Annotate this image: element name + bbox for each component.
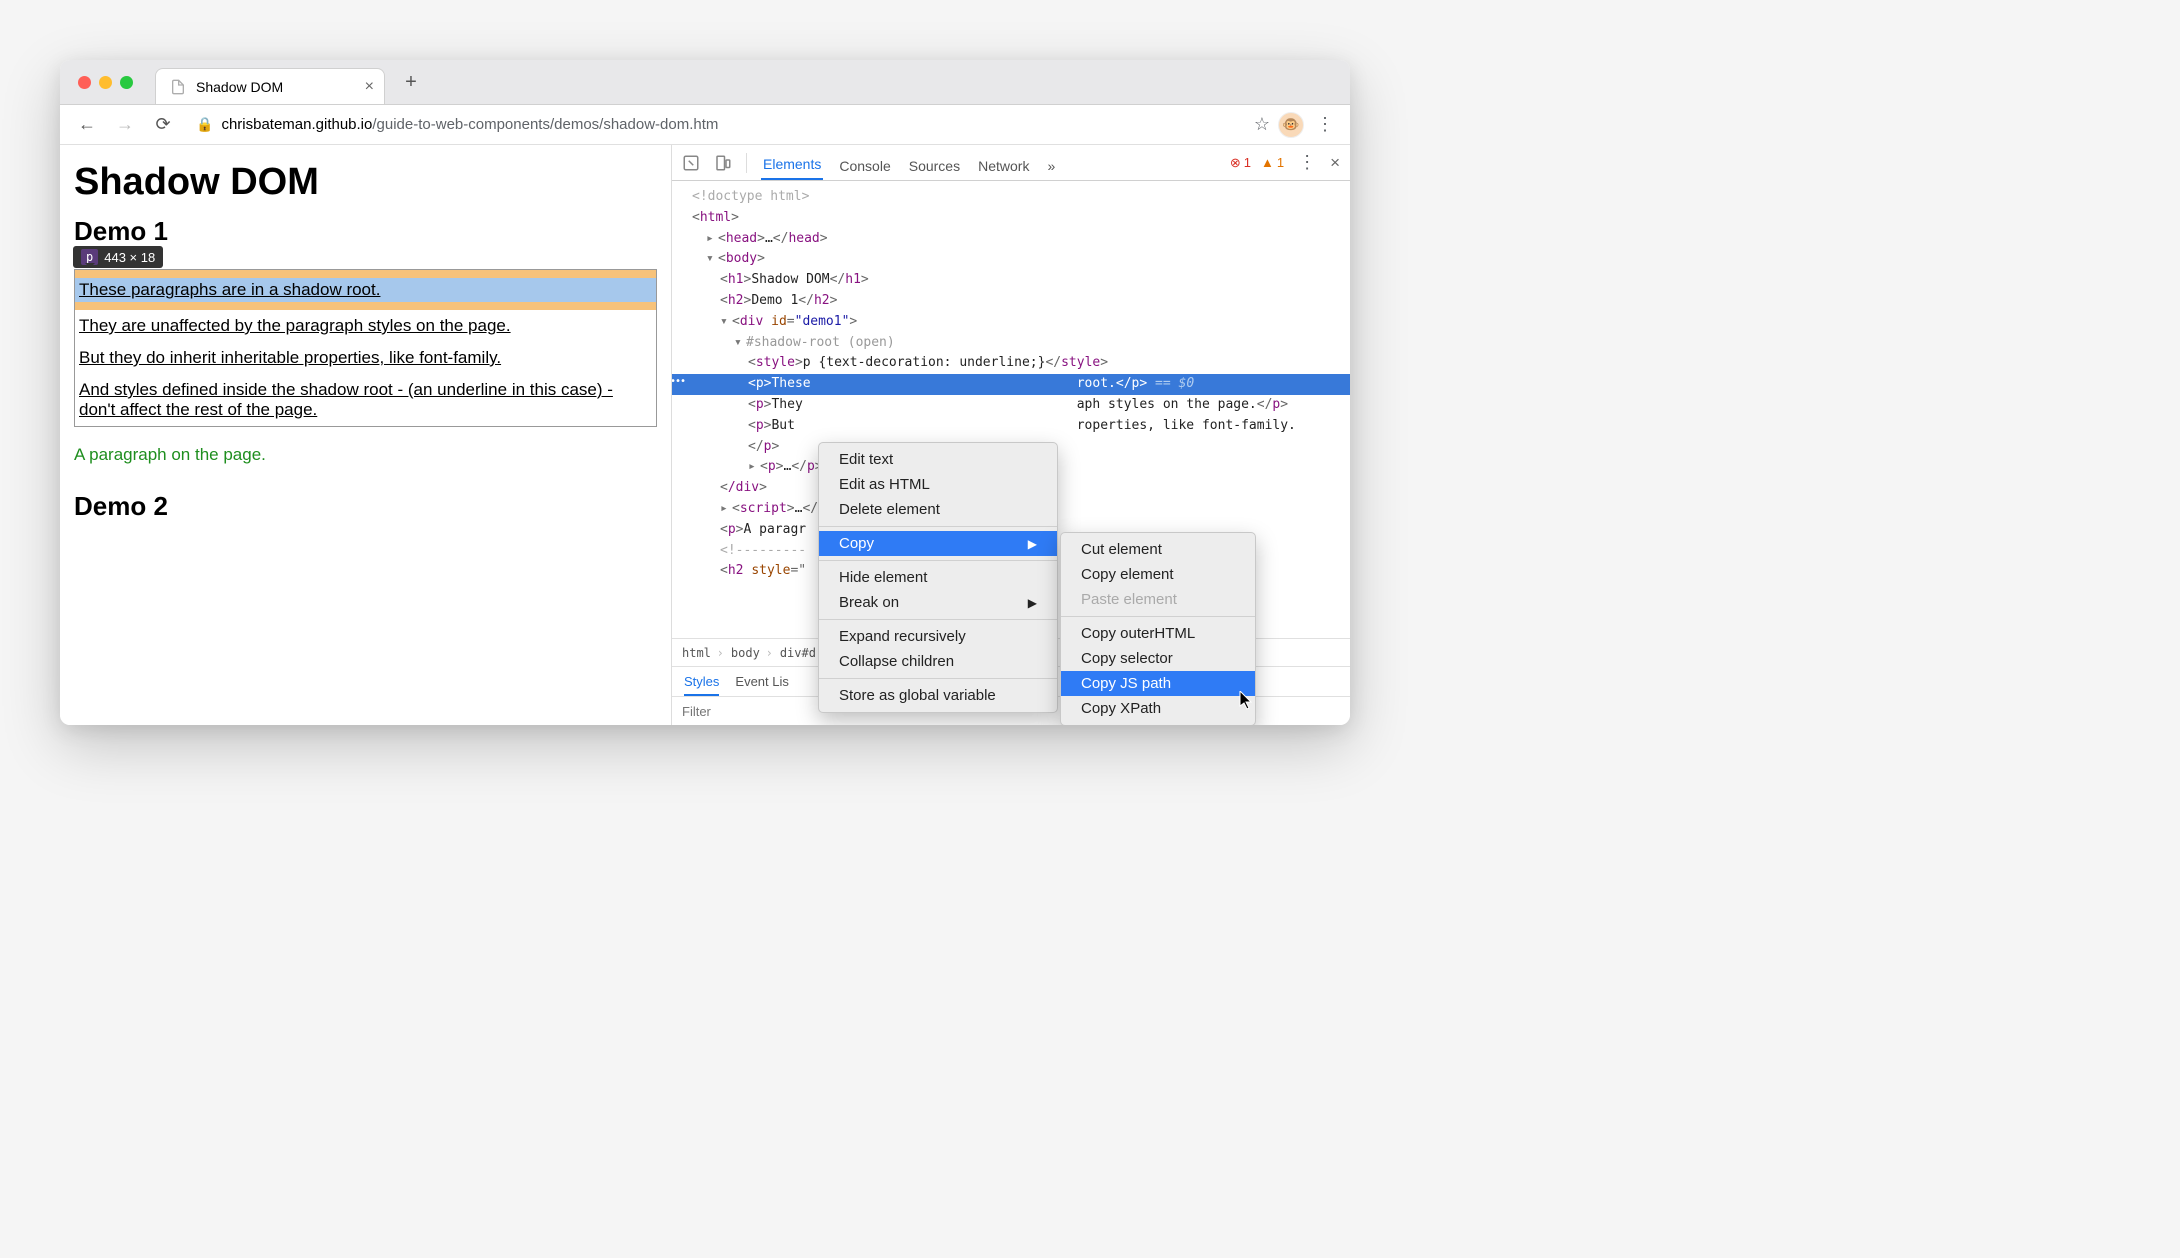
tree-h2[interactable]: <h2>Demo 1</h2> [672,291,1350,312]
shadow-paragraph: But they do inherit inheritable properti… [75,342,656,374]
tree-selected-p[interactable]: <p>These root.</p> == $0 [672,374,1350,395]
ctx-edit-html[interactable]: Edit as HTML [819,472,1057,497]
separator [1061,616,1255,617]
separator [819,678,1057,679]
tree-doctype[interactable]: <!doctype html> [672,187,1350,208]
mouse-cursor-icon [1239,691,1253,711]
inspector-size-tooltip: p 443 × 18 [73,246,163,268]
file-icon [170,79,186,95]
tooltip-tag: p [81,249,98,265]
tab-more-icon[interactable]: » [1045,158,1057,180]
close-tab-icon[interactable]: × [365,78,374,96]
tree-shadow-root[interactable]: ▾#shadow-root (open) [672,333,1350,354]
ctx-break-label: Break on [839,594,899,611]
ctx-copy-outerhtml[interactable]: Copy outerHTML [1061,621,1255,646]
ctx-store-global[interactable]: Store as global variable [819,683,1057,708]
ctx-edit-text[interactable]: Edit text [819,447,1057,472]
address-bar[interactable]: 🔒 chrisbateman.github.io/guide-to-web-co… [186,110,1246,140]
devtools-close-icon[interactable]: × [1330,153,1340,173]
tab-sources[interactable]: Sources [907,158,962,180]
warning-count: 1 [1277,155,1284,170]
ctx-copy-selector[interactable]: Copy selector [1061,646,1255,671]
tab-network[interactable]: Network [976,158,1031,180]
error-count: 1 [1244,155,1251,170]
error-icon: ⊗ [1230,155,1241,171]
highlighted-element: These paragraphs are in a shadow root. [75,270,656,310]
shadow-paragraph: They are unaffected by the paragraph sty… [75,310,656,342]
tab-styles[interactable]: Styles [684,674,719,696]
tree-p[interactable]: <p>They aph styles on the page.</p> [672,395,1350,416]
ctx-copy[interactable]: Copy ▶ [819,531,1057,556]
devtools-right: ⊗1 ▲1 ⋮ × [1230,152,1340,173]
back-button[interactable]: ← [72,110,102,140]
maximize-window-icon[interactable] [120,76,133,89]
tooltip-dims: 443 × 18 [104,250,155,265]
ctx-copy-element[interactable]: Copy element [1061,562,1255,587]
separator [819,619,1057,620]
page-h2-demo1: Demo 1 [74,216,657,247]
selected-paragraph: These paragraphs are in a shadow root. [75,278,656,302]
traffic-lights [78,76,133,89]
reload-button[interactable]: ⟳ [148,110,178,140]
ctx-expand-recursively[interactable]: Expand recursively [819,624,1057,649]
inspect-element-icon[interactable] [682,154,700,172]
page-h1: Shadow DOM [74,161,657,204]
avatar[interactable]: 🐵 [1278,112,1304,138]
new-tab-button[interactable]: + [397,68,425,96]
submenu-arrow-icon: ▶ [1028,537,1037,551]
warning-badge[interactable]: ▲1 [1261,155,1284,170]
tree-h1[interactable]: <h1>Shadow DOM</h1> [672,270,1350,291]
menu-icon[interactable]: ⋮ [1312,114,1338,135]
outside-paragraph: A paragraph on the page. [74,445,657,465]
device-toolbar-icon[interactable] [714,154,732,172]
tab-console[interactable]: Console [837,158,892,180]
titlebar: Shadow DOM × + [60,60,1350,105]
page-h2-demo2: Demo 2 [74,491,657,522]
browser-window: Shadow DOM × + ← → ⟳ 🔒 chrisbateman.gith… [60,60,1350,725]
tree-p[interactable]: <p>But roperties, like font-family. [672,416,1350,437]
ctx-break-on[interactable]: Break on ▶ [819,590,1057,615]
tab-event-listeners[interactable]: Event Lis [735,674,788,689]
context-menu-copy-submenu: Cut element Copy element Paste element C… [1060,532,1256,725]
browser-tab[interactable]: Shadow DOM × [155,68,385,104]
ctx-copy-label: Copy [839,535,874,552]
tab-elements[interactable]: Elements [761,156,823,180]
warning-icon: ▲ [1261,155,1274,170]
ctx-hide-element[interactable]: Hide element [819,565,1057,590]
ctx-collapse-children[interactable]: Collapse children [819,649,1057,674]
url-path: /guide-to-web-components/demos/shadow-do… [372,116,718,133]
ctx-copy-js-path[interactable]: Copy JS path [1061,671,1255,696]
tab-title: Shadow DOM [196,79,283,95]
context-menu-main: Edit text Edit as HTML Delete element Co… [818,442,1058,713]
shadow-demo-box: p 443 × 18 These paragraphs are in a sha… [74,269,657,427]
minimize-window-icon[interactable] [99,76,112,89]
ctx-cut-element[interactable]: Cut element [1061,537,1255,562]
submenu-arrow-icon: ▶ [1028,596,1037,610]
browser-toolbar: ← → ⟳ 🔒 chrisbateman.github.io/guide-to-… [60,105,1350,145]
ctx-delete-element[interactable]: Delete element [819,497,1057,522]
close-window-icon[interactable] [78,76,91,89]
crumb-html[interactable]: html [672,646,721,660]
devtools-tabs: Elements Console Sources Network » ⊗1 ▲1… [672,145,1350,181]
shadow-paragraph: And styles defined inside the shadow roo… [75,374,656,426]
tree-head[interactable]: ▸<head>…</head> [672,229,1350,250]
lock-icon: 🔒 [196,116,213,133]
separator [819,526,1057,527]
devtools-menu-icon[interactable]: ⋮ [1294,152,1320,173]
tree-style[interactable]: <style>p {text-decoration: underline;}</… [672,353,1350,374]
url-domain: chrisbateman.github.io [221,116,372,133]
ctx-paste-element: Paste element [1061,587,1255,612]
page-viewport: Shadow DOM Demo 1 p 443 × 18 These parag… [60,145,672,725]
crumb-body[interactable]: body [721,646,770,660]
tree-body[interactable]: ▾<body> [672,249,1350,270]
url-text: chrisbateman.github.io/guide-to-web-comp… [221,116,718,133]
tree-div-demo1[interactable]: ▾<div id="demo1"> [672,312,1350,333]
forward-button[interactable]: → [110,110,140,140]
ctx-copy-xpath[interactable]: Copy XPath [1061,696,1255,721]
separator [819,560,1057,561]
error-badge[interactable]: ⊗1 [1230,155,1251,171]
tree-html[interactable]: <html> [672,208,1350,229]
bookmark-icon[interactable]: ☆ [1254,114,1270,135]
separator [746,153,747,173]
